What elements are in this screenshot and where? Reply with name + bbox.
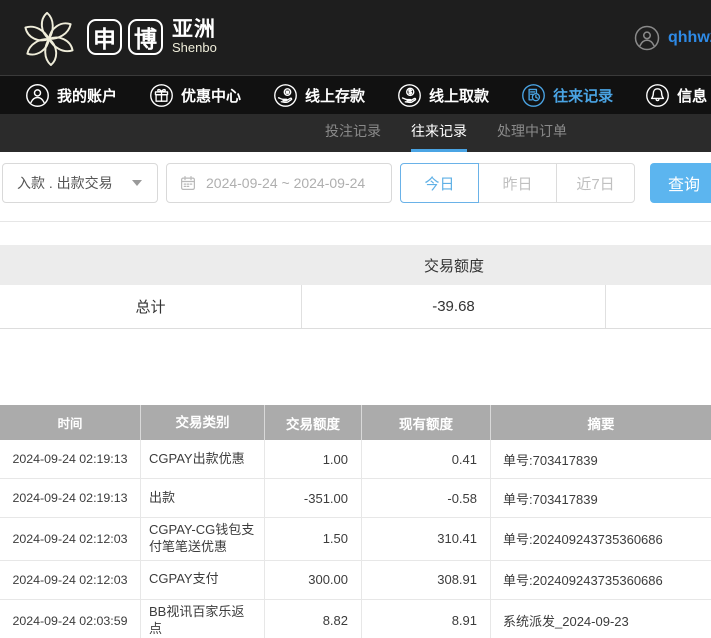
table-row: 2024-09-24 02:12:03 CGPAY-CG钱包支付笔笔送优惠 1.… [0,518,711,561]
nav-item-promotions[interactable]: 优惠中心 [149,83,241,108]
summary-table: 交易额度 总计 -39.68 [0,245,711,329]
cell-balance: -0.58 [362,479,491,517]
summary-total-value: -39.68 [302,285,606,328]
date-range-input[interactable]: 2024-09-24 ~ 2024-09-24 [166,163,392,203]
cell-time: 2024-09-24 02:19:13 [0,440,141,478]
gift-icon [149,83,174,108]
records-table: 时间 交易类别 交易额度 现有额度 摘要 2024-09-24 02:19:13… [0,405,711,638]
cell-summary: 单号:703417839 [491,440,711,478]
avatar-icon [634,25,660,51]
tab-betting-records[interactable]: 投注记录 [325,121,381,152]
cell-time: 2024-09-24 02:12:03 [0,518,141,560]
dropdown-value: 入款 . 出款交易 [17,173,113,193]
cell-type: CGPAY出款优惠 [141,440,265,478]
logo-char-2: 博 [128,19,163,55]
cell-balance: 0.41 [362,440,491,478]
quick-date-buttons: 今日 昨日 近7日 [400,163,635,203]
cell-time: 2024-09-24 02:19:13 [0,479,141,517]
logo-wordmark: 亚洲 Shenbo [172,19,217,55]
column-header-amount: 交易额度 [265,405,362,440]
logo-subtitle-text: Shenbo [172,41,217,55]
logo-region-text: 亚洲 [172,19,217,41]
yesterday-button[interactable]: 昨日 [478,163,557,203]
table-row: 2024-09-24 02:12:03 CGPAY支付 300.00 308.9… [0,561,711,600]
cell-summary: 单号:202409243735360686 [491,561,711,599]
cell-amount: 1.00 [265,440,362,478]
summary-header-spacer [606,245,711,285]
flower-logo-icon [20,8,78,66]
transaction-type-dropdown[interactable]: 入款 . 出款交易 [2,163,158,203]
search-button[interactable]: 查询 [650,163,711,203]
records-icon [521,83,546,108]
column-header-summary: 摘要 [491,405,711,440]
column-header-type: 交易类别 [141,405,265,440]
cell-balance: 310.41 [362,518,491,560]
user-icon [25,83,50,108]
bell-icon [645,83,670,108]
cell-summary: 单号:202409243735360686 [491,518,711,560]
nav-item-my-account[interactable]: 我的账户 [25,83,117,108]
chevron-down-icon [132,180,142,186]
username-text[interactable]: qhhw2 [668,29,711,47]
nav-label: 线上存款 [305,85,365,106]
date-range-value: 2024-09-24 ~ 2024-09-24 [206,175,365,191]
cell-time: 2024-09-24 02:12:03 [0,561,141,599]
cell-amount: -351.00 [265,479,362,517]
deposit-icon [273,83,298,108]
summary-total-label: 总计 [0,285,302,328]
sub-nav: 投注记录 往来记录 处理中订单 [0,114,711,152]
tab-transaction-records[interactable]: 往来记录 [411,121,467,152]
cell-type: BB视讯百家乐返点 [141,600,265,638]
nav-item-messages[interactable]: 信息 [645,83,707,108]
brand-logo[interactable]: 申 博 亚洲 Shenbo [20,8,217,66]
cell-time: 2024-09-24 02:03:59 [0,600,141,638]
nav-label: 优惠中心 [181,85,241,106]
cell-summary: 单号:703417839 [491,479,711,517]
nav-item-transaction-records[interactable]: 往来记录 [521,83,613,108]
records-header-row: 时间 交易类别 交易额度 现有额度 摘要 [0,405,711,440]
nav-label: 我的账户 [57,85,117,106]
cell-balance: 8.91 [362,600,491,638]
summary-total-row: 总计 -39.68 [0,285,711,329]
cell-amount: 300.00 [265,561,362,599]
cell-type: 出款 [141,479,265,517]
summary-empty-cell [606,285,711,328]
nav-label: 线上取款 [429,85,489,106]
tab-label: 投注记录 [325,123,381,139]
nav-label: 信息 [677,85,707,106]
tab-processing-orders[interactable]: 处理中订单 [497,121,567,152]
table-row: 2024-09-24 02:03:59 BB视讯百家乐返点 8.82 8.91 … [0,600,711,638]
nav-item-withdraw[interactable]: 线上取款 [397,83,489,108]
top-header: 申 博 亚洲 Shenbo qhhw2 [0,0,711,76]
cell-amount: 1.50 [265,518,362,560]
cell-type: CGPAY支付 [141,561,265,599]
nav-label: 往来记录 [553,85,613,106]
summary-header-label: 交易额度 [302,245,606,285]
table-row: 2024-09-24 02:19:13 CGPAY出款优惠 1.00 0.41 … [0,440,711,479]
today-button[interactable]: 今日 [400,163,479,203]
table-row: 2024-09-24 02:19:13 出款 -351.00 -0.58 单号:… [0,479,711,518]
withdraw-icon [397,83,422,108]
logo-char-1: 申 [87,19,122,55]
cell-summary: 系统派发_2024-09-23 [491,600,711,638]
last-7-days-button[interactable]: 近7日 [556,163,635,203]
calendar-icon [179,174,197,192]
tab-label: 处理中订单 [497,123,567,139]
tab-label: 往来记录 [411,123,467,139]
cell-type: CGPAY-CG钱包支付笔笔送优惠 [141,518,265,560]
summary-header-row: 交易额度 [0,245,711,285]
column-header-time: 时间 [0,405,141,440]
filter-bar: 入款 . 出款交易 2024-09-24 ~ 2024-09-24 今日 昨日 … [0,152,711,222]
cell-balance: 308.91 [362,561,491,599]
cell-amount: 8.82 [265,600,362,638]
summary-header-spacer [0,245,302,285]
nav-item-deposit[interactable]: 线上存款 [273,83,365,108]
account-area[interactable]: qhhw2 [634,25,711,51]
column-header-balance: 现有额度 [362,405,491,440]
main-nav: 我的账户 优惠中心 线上存款 线上取款 [0,76,711,114]
